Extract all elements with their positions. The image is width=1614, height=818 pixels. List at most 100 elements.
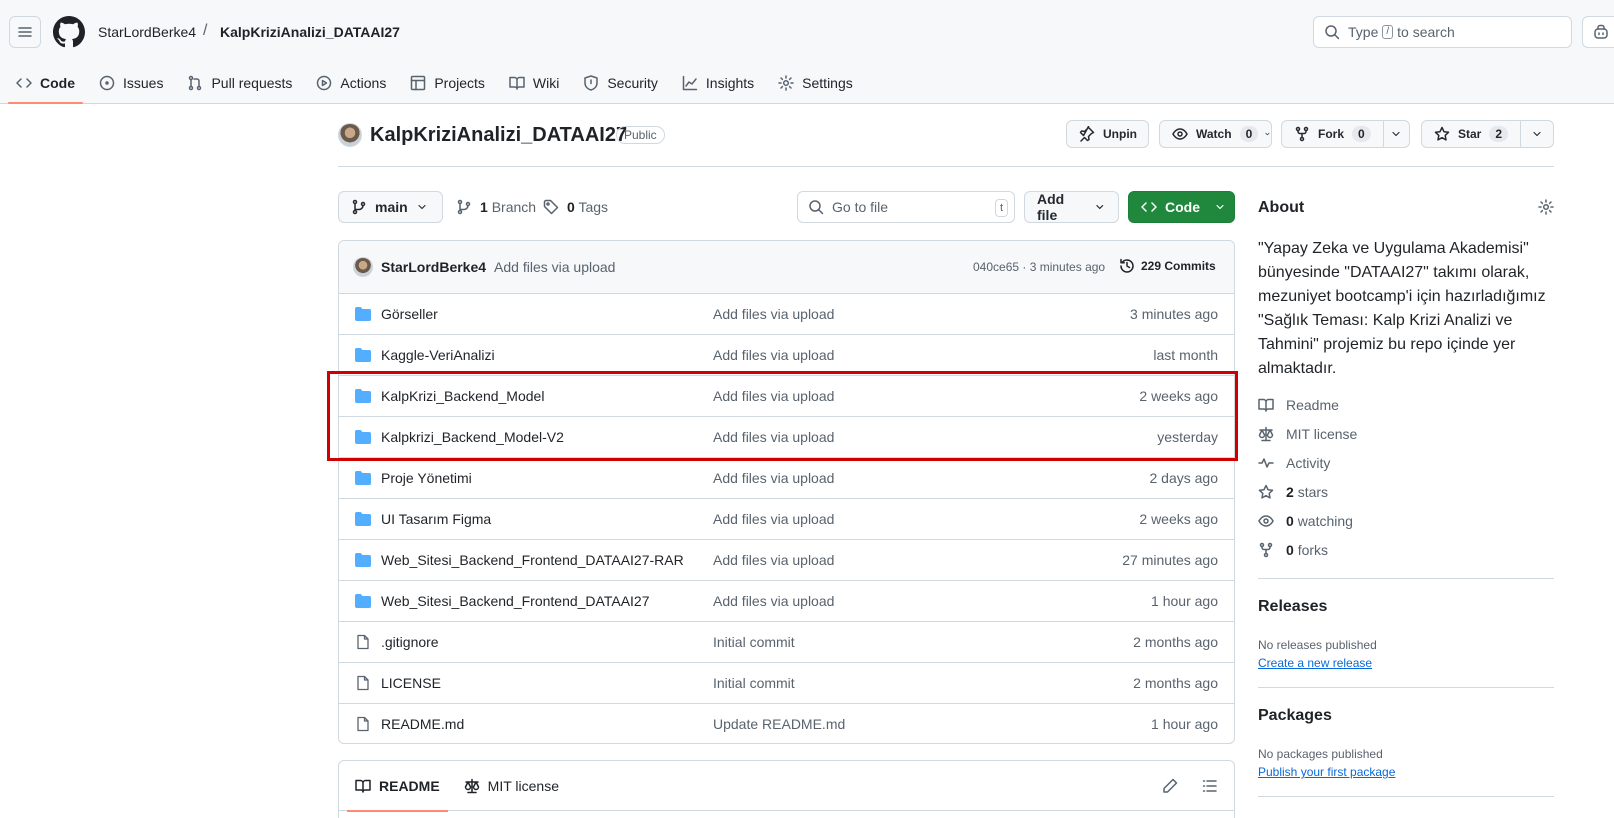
unpin-button[interactable]: Unpin (1066, 120, 1149, 148)
pencil-icon[interactable] (1162, 778, 1178, 794)
file-name[interactable]: Kaggle-VeriAnalizi (381, 347, 495, 363)
star-dropdown[interactable] (1520, 121, 1552, 147)
stars-link[interactable]: 2 stars (1258, 484, 1328, 500)
fork-dropdown[interactable] (1382, 121, 1409, 147)
file-name[interactable]: .gitignore (381, 634, 439, 650)
watching-count: 0 (1286, 513, 1294, 529)
tab-insights[interactable]: Insights (674, 64, 762, 102)
file-commit-message[interactable]: Add files via upload (713, 552, 834, 568)
file-commit-message[interactable]: Initial commit (713, 634, 795, 650)
file-name[interactable]: Web_Sitesi_Backend_Frontend_DATAAI27 (381, 593, 650, 609)
tab-security[interactable]: Security (575, 64, 666, 102)
file-row[interactable]: UI Tasarım Figma Add files via upload 2 we… (339, 499, 1234, 540)
file-commit-message[interactable]: Update README.md (713, 716, 845, 732)
fork-button[interactable]: Fork 0 (1281, 120, 1410, 148)
file-row[interactable]: Kalpkrizi_Backend_Model-V2 Add files via … (339, 417, 1234, 458)
file-name[interactable]: UI Tasarım Figma (381, 511, 491, 527)
commits-link[interactable]: 229 Commits (1119, 258, 1216, 274)
forks-link[interactable]: 0 forks (1258, 542, 1328, 558)
menu-button[interactable] (9, 16, 41, 48)
readme-tabs: README MIT license (339, 761, 1234, 812)
file-commit-message[interactable]: Add files via upload (713, 593, 834, 609)
file-name[interactable]: Web_Sitesi_Backend_Frontend_DATAAI27-RAR (381, 552, 684, 568)
file-commit-message[interactable]: Add files via upload (713, 347, 834, 363)
file-row[interactable]: KalpKrizi_Backend_Model Add files via upl… (339, 376, 1234, 417)
owner-avatar[interactable] (338, 123, 362, 147)
commit-author[interactable]: StarLordBerke4 (381, 259, 486, 275)
go-to-file-placeholder: Go to file (832, 199, 889, 215)
packages-heading[interactable]: Packages (1258, 707, 1332, 725)
star-button[interactable]: Star 2 (1421, 120, 1554, 148)
file-name[interactable]: KalpKrizi_Backend_Model (381, 388, 544, 404)
file-row[interactable]: Web_Sitesi_Backend_Frontend_DATAAI27-RAR… (339, 540, 1234, 581)
visibility-badge: Public (616, 126, 665, 144)
file-row[interactable]: README.md Update README.md 1 hour ago (339, 704, 1234, 743)
stars-label: stars (1297, 484, 1329, 500)
tags-link[interactable]: 0 Tags (543, 199, 608, 215)
file-row[interactable]: Kaggle-VeriAnalizi Add files via upload la… (339, 335, 1234, 376)
watch-button[interactable]: Watch 0 (1159, 120, 1272, 148)
tab-readme[interactable]: README (347, 761, 448, 812)
activity-link[interactable]: Activity (1258, 455, 1330, 471)
file-row[interactable]: Görseller Add files via upload 3 minutes a… (339, 294, 1234, 335)
file-name[interactable]: README.md (381, 716, 464, 732)
about-description: "Yapay Zeka ve Uygulama Akademisi" bünye… (1258, 240, 1546, 377)
go-to-file-input[interactable]: Go to file t (797, 191, 1015, 223)
tab-projects[interactable]: Projects (402, 64, 493, 102)
license-link[interactable]: MIT license (1258, 426, 1357, 442)
commit-hash-time[interactable]: 040ce65 · 3 minutes ago (973, 260, 1105, 274)
tab-code[interactable]: Code (8, 64, 83, 104)
file-row[interactable]: LICENSE Initial commit 2 months ago (339, 663, 1234, 704)
file-commit-time: 1 hour ago (1151, 716, 1218, 732)
tab-actions[interactable]: Actions (308, 64, 394, 102)
file-row[interactable]: Web_Sitesi_Backend_Frontend_DATAAI27 Add … (339, 581, 1234, 622)
search-input[interactable]: Type / to search (1313, 16, 1572, 48)
copilot-icon (1594, 24, 1608, 39)
packages-empty: No packages published (1258, 747, 1383, 761)
file-name[interactable]: Görseller (381, 306, 438, 322)
file-row[interactable]: Proje Yönetimi Add files via upload 2 days… (339, 458, 1234, 499)
breadcrumb-repo[interactable]: KalpKriziAnalizi_DATAAI27 (220, 24, 400, 40)
publish-package-link[interactable]: Publish your first package (1258, 765, 1395, 779)
tab-issues[interactable]: Issues (91, 64, 171, 102)
branch-count: 1 (480, 199, 488, 215)
list-icon[interactable] (1202, 778, 1218, 794)
readme-link[interactable]: Readme (1258, 397, 1339, 413)
code-button[interactable]: Code (1128, 191, 1235, 223)
gear-icon[interactable] (1538, 199, 1554, 215)
releases-heading[interactable]: Releases (1258, 598, 1327, 616)
tab-label: Code (40, 75, 75, 91)
file-commit-message[interactable]: Add files via upload (713, 306, 834, 322)
graph-icon (682, 75, 698, 91)
watching-link[interactable]: 0 watching (1258, 513, 1353, 529)
book-icon (509, 76, 525, 90)
file-row[interactable]: .gitignore Initial commit 2 months ago (339, 622, 1234, 663)
chevron-down-icon[interactable] (1264, 128, 1271, 140)
file-commit-message[interactable]: Add files via upload (713, 470, 834, 486)
breadcrumb-owner[interactable]: StarLordBerke4 (98, 24, 196, 40)
stars-count: 2 (1286, 484, 1294, 500)
file-name[interactable]: LICENSE (381, 675, 441, 691)
file-name[interactable]: Proje Yönetimi (381, 470, 472, 486)
commit-message[interactable]: Add files via upload (494, 259, 615, 275)
license-tab-label: MIT license (487, 777, 559, 794)
tab-settings[interactable]: Settings (770, 64, 861, 102)
watch-count: 0 (1239, 126, 1259, 142)
file-commit-message[interactable]: Add files via upload (713, 429, 834, 445)
create-release-link[interactable]: Create a new release (1258, 656, 1372, 670)
github-logo-icon[interactable] (53, 16, 85, 48)
file-commit-message[interactable]: Add files via upload (713, 511, 834, 527)
commit-author-avatar[interactable] (353, 257, 373, 277)
copilot-button[interactable] (1582, 16, 1614, 48)
file-name[interactable]: Kalpkrizi_Backend_Model-V2 (381, 429, 564, 445)
tab-pull-requests[interactable]: Pull requests (179, 64, 300, 102)
tab-license[interactable]: MIT license (464, 761, 559, 811)
add-file-button[interactable]: Add file (1024, 191, 1119, 223)
folder-icon (355, 306, 371, 322)
file-commit-message[interactable]: Add files via upload (713, 388, 834, 404)
branches-link[interactable]: 1 Branch (456, 199, 536, 215)
file-commit-message[interactable]: Initial commit (713, 675, 795, 691)
branch-selector[interactable]: main (338, 191, 443, 223)
repo-title[interactable]: KalpKriziAnalizi_DATAAI27 (370, 124, 627, 147)
tab-wiki[interactable]: Wiki (501, 64, 567, 102)
